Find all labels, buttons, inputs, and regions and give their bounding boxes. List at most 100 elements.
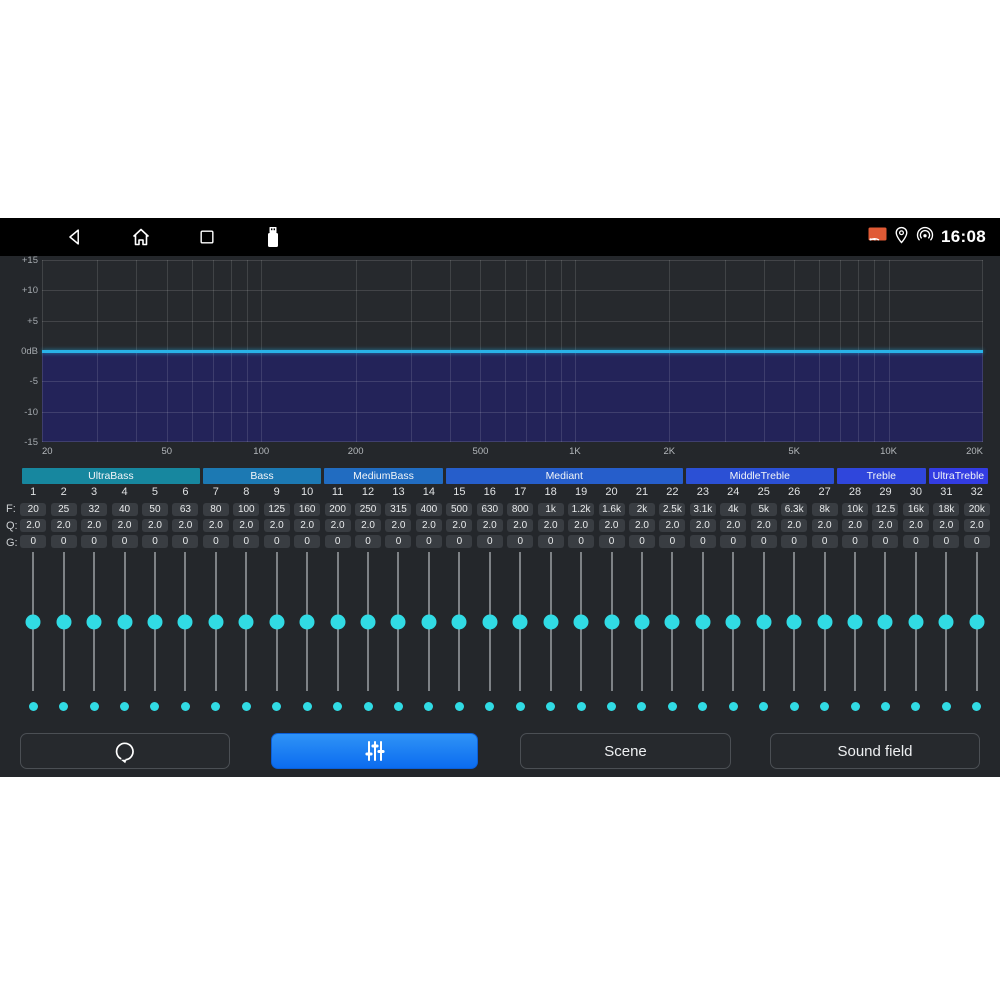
q-value-box[interactable]: 2.0 <box>933 519 959 532</box>
channel-indicator-dot[interactable] <box>181 702 190 711</box>
channel-indicator-dot[interactable] <box>972 702 981 711</box>
gain-slider[interactable] <box>48 552 78 691</box>
q-value-box[interactable]: 2.0 <box>112 519 138 532</box>
q-value-box[interactable]: 2.0 <box>325 519 351 532</box>
slider-thumb[interactable] <box>574 614 589 629</box>
freq-value-box[interactable]: 200 <box>325 503 351 516</box>
q-value-box[interactable]: 2.0 <box>812 519 838 532</box>
usb-drive-icon[interactable] <box>260 224 286 250</box>
freq-value-box[interactable]: 3.1k <box>690 503 716 516</box>
freq-value-box[interactable]: 40 <box>112 503 138 516</box>
gain-slider[interactable] <box>383 552 413 691</box>
q-value-box[interactable]: 2.0 <box>781 519 807 532</box>
q-value-box[interactable]: 2.0 <box>538 519 564 532</box>
freq-value-box[interactable]: 630 <box>477 503 503 516</box>
channel-indicator-dot[interactable] <box>303 702 312 711</box>
gain-value-box[interactable]: 0 <box>477 535 503 548</box>
gain-value-box[interactable]: 0 <box>659 535 685 548</box>
freq-value-box[interactable]: 18k <box>933 503 959 516</box>
gain-slider[interactable] <box>627 552 657 691</box>
slider-thumb[interactable] <box>817 614 832 629</box>
q-value-box[interactable]: 2.0 <box>416 519 442 532</box>
freq-value-box[interactable]: 32 <box>81 503 107 516</box>
freq-value-box[interactable]: 80 <box>203 503 229 516</box>
channel-indicator-dot[interactable] <box>607 702 616 711</box>
channel-indicator-dot[interactable] <box>577 702 586 711</box>
slider-thumb[interactable] <box>482 614 497 629</box>
slider-thumb[interactable] <box>939 614 954 629</box>
gain-value-box[interactable]: 0 <box>81 535 107 548</box>
gain-value-box[interactable]: 0 <box>538 535 564 548</box>
gain-value-box[interactable]: 0 <box>872 535 898 548</box>
gain-slider[interactable] <box>901 552 931 691</box>
slider-thumb[interactable] <box>634 614 649 629</box>
gain-value-box[interactable]: 0 <box>355 535 381 548</box>
sound-field-button[interactable]: Sound field <box>770 733 980 769</box>
gain-value-box[interactable]: 0 <box>51 535 77 548</box>
slider-thumb[interactable] <box>26 614 41 629</box>
gain-slider[interactable] <box>962 552 992 691</box>
slider-thumb[interactable] <box>391 614 406 629</box>
gain-slider[interactable] <box>779 552 809 691</box>
freq-value-box[interactable]: 315 <box>385 503 411 516</box>
channel-indicator-dot[interactable] <box>668 702 677 711</box>
channel-indicator-dot[interactable] <box>698 702 707 711</box>
freq-value-box[interactable]: 800 <box>507 503 533 516</box>
slider-thumb[interactable] <box>208 614 223 629</box>
q-value-box[interactable]: 2.0 <box>51 519 77 532</box>
gain-slider[interactable] <box>718 552 748 691</box>
channel-indicator-dot[interactable] <box>150 702 159 711</box>
gain-slider[interactable] <box>201 552 231 691</box>
gain-slider[interactable] <box>414 552 444 691</box>
gain-slider[interactable] <box>109 552 139 691</box>
back-icon[interactable] <box>62 224 88 250</box>
channel-indicator-dot[interactable] <box>790 702 799 711</box>
slider-thumb[interactable] <box>56 614 71 629</box>
band-group-treble[interactable]: Treble <box>837 468 926 484</box>
slider-thumb[interactable] <box>543 614 558 629</box>
q-value-box[interactable]: 2.0 <box>720 519 746 532</box>
gain-value-box[interactable]: 0 <box>233 535 259 548</box>
gain-slider[interactable] <box>566 552 596 691</box>
q-value-box[interactable]: 2.0 <box>294 519 320 532</box>
freq-value-box[interactable]: 1.2k <box>568 503 594 516</box>
freq-value-box[interactable]: 10k <box>842 503 868 516</box>
channel-indicator-dot[interactable] <box>485 702 494 711</box>
freq-value-box[interactable]: 20 <box>20 503 46 516</box>
q-value-box[interactable]: 2.0 <box>690 519 716 532</box>
channel-indicator-dot[interactable] <box>546 702 555 711</box>
gain-slider[interactable] <box>809 552 839 691</box>
channel-indicator-dot[interactable] <box>59 702 68 711</box>
gain-value-box[interactable]: 0 <box>751 535 777 548</box>
q-value-box[interactable]: 2.0 <box>477 519 503 532</box>
q-value-box[interactable]: 2.0 <box>142 519 168 532</box>
q-value-box[interactable]: 2.0 <box>264 519 290 532</box>
slider-thumb[interactable] <box>695 614 710 629</box>
q-value-box[interactable]: 2.0 <box>568 519 594 532</box>
band-group-middletreble[interactable]: MiddleTreble <box>686 468 834 484</box>
gain-slider[interactable] <box>870 552 900 691</box>
slider-thumb[interactable] <box>300 614 315 629</box>
gain-value-box[interactable]: 0 <box>629 535 655 548</box>
gain-slider[interactable] <box>931 552 961 691</box>
band-group-bass[interactable]: Bass <box>203 468 322 484</box>
gain-value-box[interactable]: 0 <box>781 535 807 548</box>
band-group-ultratreble[interactable]: UltraTreble <box>929 468 988 484</box>
gain-slider[interactable] <box>596 552 626 691</box>
slider-thumb[interactable] <box>269 614 284 629</box>
slider-thumb[interactable] <box>178 614 193 629</box>
freq-value-box[interactable]: 125 <box>264 503 290 516</box>
freq-value-box[interactable]: 63 <box>172 503 198 516</box>
slider-thumb[interactable] <box>756 614 771 629</box>
q-value-box[interactable]: 2.0 <box>599 519 625 532</box>
gain-value-box[interactable]: 0 <box>599 535 625 548</box>
freq-value-box[interactable]: 8k <box>812 503 838 516</box>
gain-value-box[interactable]: 0 <box>568 535 594 548</box>
gain-slider[interactable] <box>688 552 718 691</box>
gain-slider[interactable] <box>18 552 48 691</box>
channel-indicator-dot[interactable] <box>364 702 373 711</box>
q-value-box[interactable]: 2.0 <box>20 519 46 532</box>
gain-value-box[interactable]: 0 <box>720 535 746 548</box>
gain-value-box[interactable]: 0 <box>385 535 411 548</box>
gain-value-box[interactable]: 0 <box>933 535 959 548</box>
